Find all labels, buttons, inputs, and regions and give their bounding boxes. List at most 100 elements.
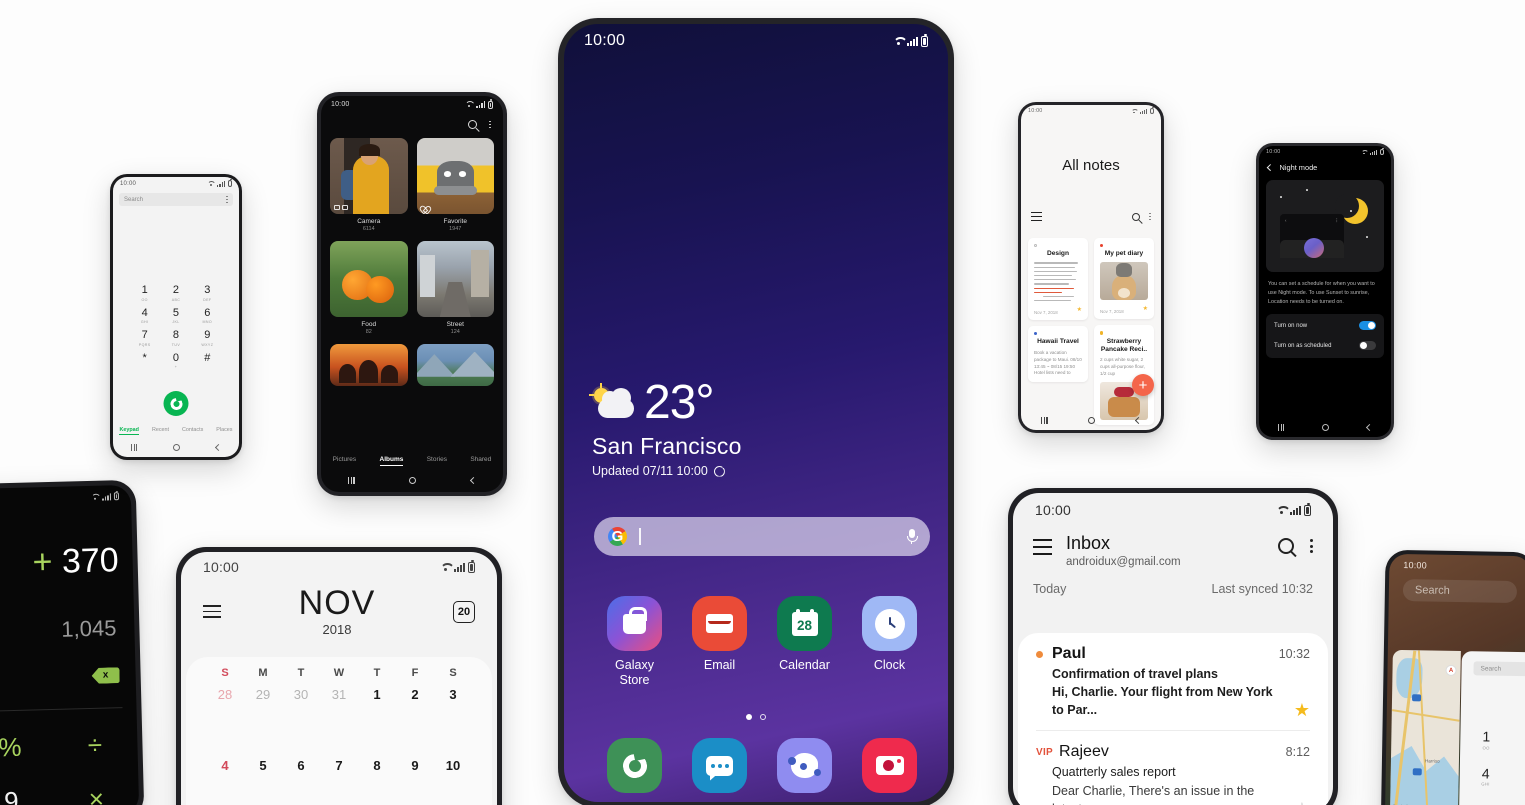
calendar-day[interactable]: 10: [434, 758, 472, 773]
search-icon[interactable]: [1278, 538, 1294, 554]
dial-key-1[interactable]: 1 OO: [1460, 728, 1512, 750]
album-item-camera[interactable]: Camera 6114: [330, 138, 408, 232]
dial-key-8[interactable]: 8 TUV: [160, 330, 191, 347]
more-options-icon[interactable]: [1149, 212, 1151, 221]
dial-key-4[interactable]: 4 GHI: [1460, 765, 1512, 787]
app-email[interactable]: Email: [677, 596, 762, 689]
google-search-bar[interactable]: G: [594, 517, 930, 556]
album-item-partial-1[interactable]: [330, 344, 408, 386]
dial-key-0[interactable]: 0 +: [160, 352, 191, 369]
dial-key-hash[interactable]: #: [192, 352, 223, 370]
calc-key-divide[interactable]: ÷: [52, 717, 138, 773]
tab-stories[interactable]: Stories: [427, 456, 447, 466]
back-icon[interactable]: [214, 443, 223, 451]
more-options-icon[interactable]: [489, 120, 491, 129]
album-item-partial-2[interactable]: [416, 344, 494, 386]
calc-key-percent[interactable]: %: [0, 719, 53, 775]
menu-icon[interactable]: [1031, 212, 1042, 222]
dock-contacts-icon[interactable]: [777, 738, 832, 793]
call-button[interactable]: [163, 391, 189, 416]
map-pin-icon[interactable]: A: [1445, 664, 1457, 676]
weather-widget[interactable]: 23° San Francisco Updated 07/11 10:00: [589, 379, 742, 478]
back-icon[interactable]: [1134, 416, 1142, 424]
app-galaxy-store[interactable]: Galaxy Store: [592, 596, 677, 689]
dial-key-9[interactable]: 9 WXYZ: [192, 330, 223, 347]
toggle-switch[interactable]: [1359, 321, 1376, 331]
album-item-food[interactable]: Food 82: [330, 241, 408, 335]
calendar-day[interactable]: 2: [396, 687, 434, 702]
microphone-icon[interactable]: [907, 529, 918, 544]
dial-key-2[interactable]: 2 ABC: [160, 285, 191, 302]
calendar-day[interactable]: 29: [244, 687, 282, 702]
calc-key-9[interactable]: 9: [0, 773, 55, 805]
panel-search-input[interactable]: Search: [1473, 661, 1525, 677]
home-icon[interactable]: [173, 443, 181, 451]
calendar-day[interactable]: 8: [358, 758, 396, 773]
recents-icon[interactable]: [130, 443, 138, 451]
back-icon[interactable]: [469, 476, 477, 484]
album-item-street[interactable]: Street 124: [416, 241, 494, 335]
calendar-day[interactable]: 31: [320, 687, 358, 702]
tab-albums[interactable]: Albums: [380, 456, 404, 466]
calendar-day[interactable]: 30: [282, 687, 320, 702]
setting-turn-on-scheduled[interactable]: Turn on as scheduled: [1274, 336, 1376, 356]
map-view[interactable]: A Harriso w Rochelle: [1389, 649, 1461, 805]
dial-key-7[interactable]: 7 PQRS: [129, 330, 160, 347]
page-dot-active[interactable]: [746, 714, 752, 720]
calendar-day[interactable]: 1: [358, 687, 396, 702]
setting-turn-on-now[interactable]: Turn on now: [1274, 316, 1376, 336]
backspace-icon[interactable]: x: [91, 667, 119, 684]
dial-key-star[interactable]: *: [129, 352, 160, 370]
calendar-day[interactable]: 4: [206, 758, 244, 773]
note-card-pet-diary[interactable]: My pet diary Nov 7, 2018 ★: [1094, 238, 1154, 320]
back-icon[interactable]: [1365, 423, 1374, 431]
back-icon[interactable]: [1267, 164, 1274, 171]
star-icon[interactable]: ☆: [1294, 800, 1310, 805]
recents-icon[interactable]: [348, 476, 355, 484]
page-dot-inactive[interactable]: [760, 714, 766, 720]
dial-key-1[interactable]: 1 OO: [129, 285, 160, 302]
email-row[interactable]: VIP Rajeev 8:12 Quatrterly sales report …: [1036, 731, 1310, 805]
search-icon[interactable]: [468, 120, 478, 129]
search-input[interactable]: Search: [119, 193, 233, 206]
tab-pictures[interactable]: Pictures: [333, 456, 356, 466]
note-card-hawaii[interactable]: Hawaii Travel Book a vacation package to…: [1028, 326, 1088, 383]
email-row[interactable]: Paul 10:32 Confirmation of travel plans …: [1036, 633, 1310, 732]
tab-places[interactable]: Places: [216, 427, 232, 435]
tab-contacts[interactable]: Contacts: [182, 427, 203, 435]
dock-camera-icon[interactable]: [862, 738, 917, 793]
toggle-switch[interactable]: [1359, 341, 1376, 351]
dial-key-5[interactable]: 5 JKL: [160, 307, 191, 324]
calendar-day[interactable]: 28: [206, 687, 244, 702]
calendar-day[interactable]: 9: [396, 758, 434, 773]
dock-phone-icon[interactable]: [607, 738, 662, 793]
dock-messages-icon[interactable]: [692, 738, 747, 793]
calc-key-multiply[interactable]: ×: [53, 771, 139, 805]
home-icon[interactable]: [1322, 423, 1330, 431]
refresh-icon[interactable]: [713, 465, 725, 477]
today-button[interactable]: 20: [453, 600, 475, 623]
calendar-day[interactable]: 3: [434, 687, 472, 702]
home-icon[interactable]: [409, 476, 417, 484]
note-card-design[interactable]: Design Nov 7, 2018 ★: [1028, 238, 1088, 321]
app-clock[interactable]: Clock: [847, 596, 932, 689]
more-options-icon[interactable]: [1310, 538, 1313, 554]
star-icon[interactable]: ★: [1143, 306, 1148, 312]
home-icon[interactable]: [1088, 416, 1096, 424]
search-input[interactable]: Search: [1402, 579, 1518, 604]
menu-icon[interactable]: [203, 604, 221, 619]
calendar-day[interactable]: 6: [282, 758, 320, 773]
calendar-day[interactable]: 7: [320, 758, 358, 773]
dial-key-3[interactable]: 3 DEF: [192, 285, 223, 302]
dial-key-4[interactable]: 4 GHI: [129, 307, 160, 324]
star-icon[interactable]: ★: [1077, 307, 1082, 313]
menu-icon[interactable]: [1033, 539, 1052, 555]
tab-shared[interactable]: Shared: [470, 456, 491, 466]
dial-key-6[interactable]: 6 MNO: [192, 307, 223, 324]
tab-recent[interactable]: Recent: [152, 427, 169, 435]
star-icon[interactable]: ★: [1294, 701, 1310, 719]
recents-icon[interactable]: [1277, 423, 1285, 431]
add-note-button[interactable]: +: [1132, 374, 1154, 396]
tab-keypad[interactable]: Keypad: [119, 427, 139, 435]
more-options-icon[interactable]: [226, 195, 228, 204]
